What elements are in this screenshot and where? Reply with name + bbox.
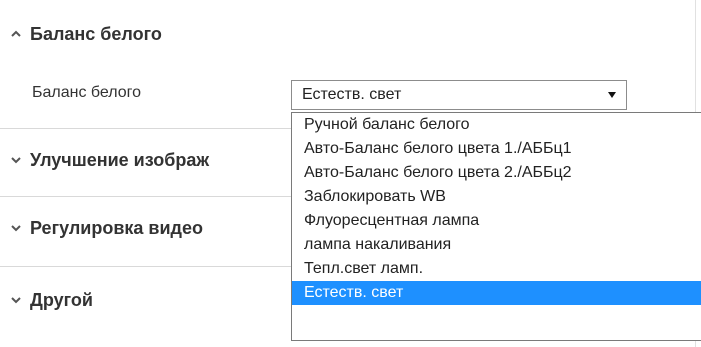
section-title: Улучшение изображ: [30, 149, 210, 170]
triangle-down-icon: [598, 91, 626, 99]
section-header-image-enhancement[interactable]: Улучшение изображ: [10, 140, 209, 180]
dropdown-option-fluorescent[interactable]: Флуоресцентная лампа: [292, 209, 701, 233]
section-header-white-balance[interactable]: Баланс белого: [10, 14, 162, 54]
section-header-video-adjustment[interactable]: Регулировка видео: [10, 208, 203, 248]
select-current-value: Естеств. свет: [302, 86, 402, 103]
white-balance-label: Баланс белого: [32, 84, 142, 101]
section-title: Другой: [30, 289, 93, 310]
chevron-down-icon: [10, 223, 24, 233]
white-balance-dropdown-list: Ручной баланс белого Авто-Баланс белого …: [291, 112, 701, 341]
dropdown-option-lock-wb[interactable]: Заблокировать WB: [292, 185, 701, 209]
chevron-down-icon: [10, 295, 24, 305]
chevron-down-icon: [10, 155, 24, 165]
settings-panel: Баланс белого Баланс белого Естеств. све…: [0, 0, 701, 347]
dropdown-option-auto-wb-2[interactable]: Авто-Баланс белого цвета 2./АББц2: [292, 161, 701, 185]
white-balance-select[interactable]: Естеств. свет: [291, 80, 627, 110]
chevron-up-icon: [10, 29, 24, 39]
dropdown-option-manual-wb[interactable]: Ручной баланс белого: [292, 113, 701, 137]
dropdown-option-auto-wb-1[interactable]: Авто-Баланс белого цвета 1./АББц1: [292, 137, 701, 161]
section-header-other[interactable]: Другой: [10, 280, 93, 320]
section-title: Регулировка видео: [30, 217, 203, 238]
dropdown-option-incandescent[interactable]: лампа накаливания: [292, 233, 701, 257]
dropdown-option-natural-light[interactable]: Естеств. свет: [292, 281, 701, 305]
section-title: Баланс белого: [30, 23, 162, 44]
dropdown-option-warm-light[interactable]: Тепл.свет ламп.: [292, 257, 701, 281]
